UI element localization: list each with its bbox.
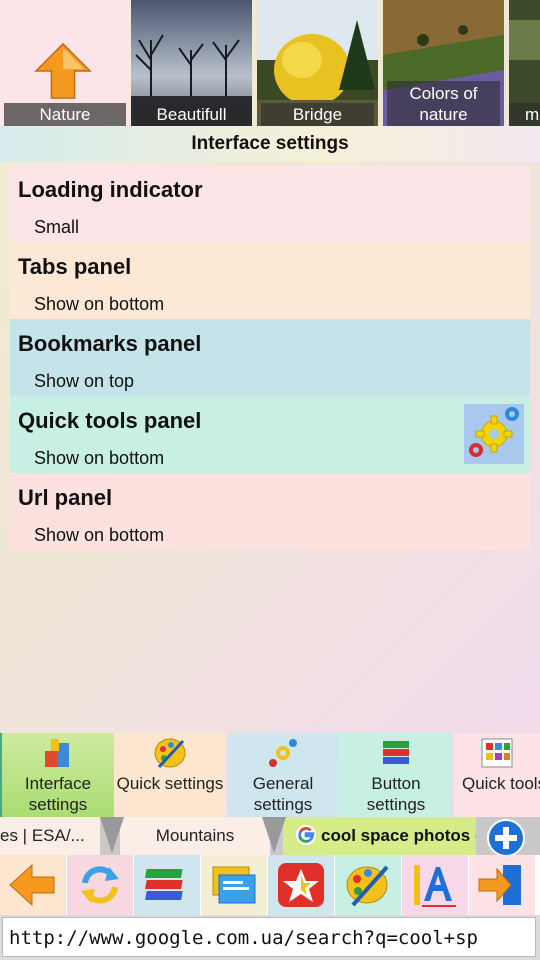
browser-tab[interactable]: Mountains <box>120 817 270 855</box>
panels-icon <box>145 869 183 900</box>
setting-value: Show on top <box>34 371 135 391</box>
star-icon <box>278 863 324 907</box>
setting-title: Bookmarks panel <box>18 331 202 356</box>
setting-value: Small <box>34 217 80 237</box>
setting-value: Show on bottom <box>34 525 165 545</box>
text-icon <box>414 865 456 907</box>
setting-value: Show on bottom <box>34 448 165 468</box>
setting-title: Url panel <box>18 485 113 510</box>
quick-tools-icon <box>481 738 513 768</box>
tab-quick-tools-panel[interactable]: Quick tools panel <box>454 733 540 817</box>
settings-list: Loading indicator Small Tabs panel Show … <box>10 165 530 550</box>
refresh-button[interactable] <box>67 855 133 915</box>
tab-interface-settings[interactable]: Interface settings <box>0 733 114 817</box>
tab-separator <box>100 817 124 853</box>
setting-tabs-panel[interactable]: Tabs panel Show on bottom <box>10 242 530 319</box>
page-title: Interface settings <box>0 126 540 162</box>
exit-button[interactable] <box>469 855 535 915</box>
bookmark-label: Beautifull <box>135 103 248 126</box>
browser-tab[interactable]: es | ESA/... <box>0 817 100 855</box>
bookmark-colors-of-nature[interactable]: Colors of nature <box>383 0 504 126</box>
url-panel: http://www.google.com.ua/search?q=cool+s… <box>0 915 540 960</box>
tab-quick-settings[interactable]: Quick settings <box>114 733 226 817</box>
buttons-icon <box>383 741 409 764</box>
add-tab-icon[interactable] <box>486 818 526 858</box>
gears-icon <box>269 739 297 767</box>
google-icon <box>295 824 317 846</box>
exit-icon <box>478 865 521 905</box>
bookmark-label: Nature <box>4 103 126 126</box>
palette-icon <box>154 738 186 769</box>
setting-bookmarks-panel[interactable]: Bookmarks panel Show on top <box>10 319 530 396</box>
tab-label: Interface settings <box>24 774 92 814</box>
tab-label: Quick settings <box>116 774 224 793</box>
quick-settings-button[interactable] <box>335 855 401 915</box>
text-size-button[interactable] <box>402 855 468 915</box>
bookmarks-button[interactable] <box>268 855 334 915</box>
interface-settings-icon <box>45 739 69 767</box>
tab-general-settings[interactable]: General settings <box>227 733 339 817</box>
setting-url-panel[interactable]: Url panel Show on bottom <box>10 473 530 550</box>
settings-tabs: Interface settings Quick settings Genera… <box>0 733 540 817</box>
windows-button[interactable] <box>201 855 267 915</box>
tab-button-settings[interactable]: Button settings <box>340 733 452 817</box>
refresh-icon <box>81 866 119 904</box>
windows-icon <box>212 866 256 904</box>
url-input[interactable]: http://www.google.com.ua/search?q=cool+s… <box>2 917 536 957</box>
bookmarks-panel: Nature Beautifull Bridge Colors of natur… <box>0 0 540 126</box>
browser-tab-active[interactable]: cool space photos - <box>283 817 476 855</box>
bookmark-nature[interactable]: Nature <box>0 0 130 126</box>
setting-title: Loading indicator <box>18 177 203 202</box>
quick-tools-toolbar <box>0 855 540 915</box>
setting-title: Quick tools panel <box>18 408 202 433</box>
bookmark-label: m <box>509 103 540 126</box>
tab-label: Quick tools panel <box>462 774 540 793</box>
bookmark-label: Bridge <box>261 103 374 126</box>
bookmark-bridge[interactable]: Bridge <box>257 0 378 126</box>
back-arrow-icon <box>9 863 55 907</box>
back-button[interactable] <box>0 855 66 915</box>
panels-button[interactable] <box>134 855 200 915</box>
setting-quick-tools-panel[interactable]: Quick tools panel Show on bottom <box>10 396 530 473</box>
tab-separator <box>262 817 286 853</box>
bookmark-beautifull[interactable]: Beautifull <box>131 0 252 126</box>
setting-loading-indicator[interactable]: Loading indicator Small <box>10 165 530 242</box>
gears-icon[interactable] <box>464 404 524 464</box>
browser-tab-label: cool space photos - <box>321 826 476 845</box>
bookmark-label: Colors of nature <box>387 81 500 126</box>
tab-label: General settings <box>252 774 314 814</box>
setting-title: Tabs panel <box>18 254 132 279</box>
up-arrow-icon <box>34 42 92 99</box>
setting-value: Show on bottom <box>34 294 165 314</box>
palette-icon <box>346 865 389 907</box>
bookmark-partial[interactable]: m <box>509 0 540 126</box>
tab-label: Button settings <box>366 774 426 814</box>
